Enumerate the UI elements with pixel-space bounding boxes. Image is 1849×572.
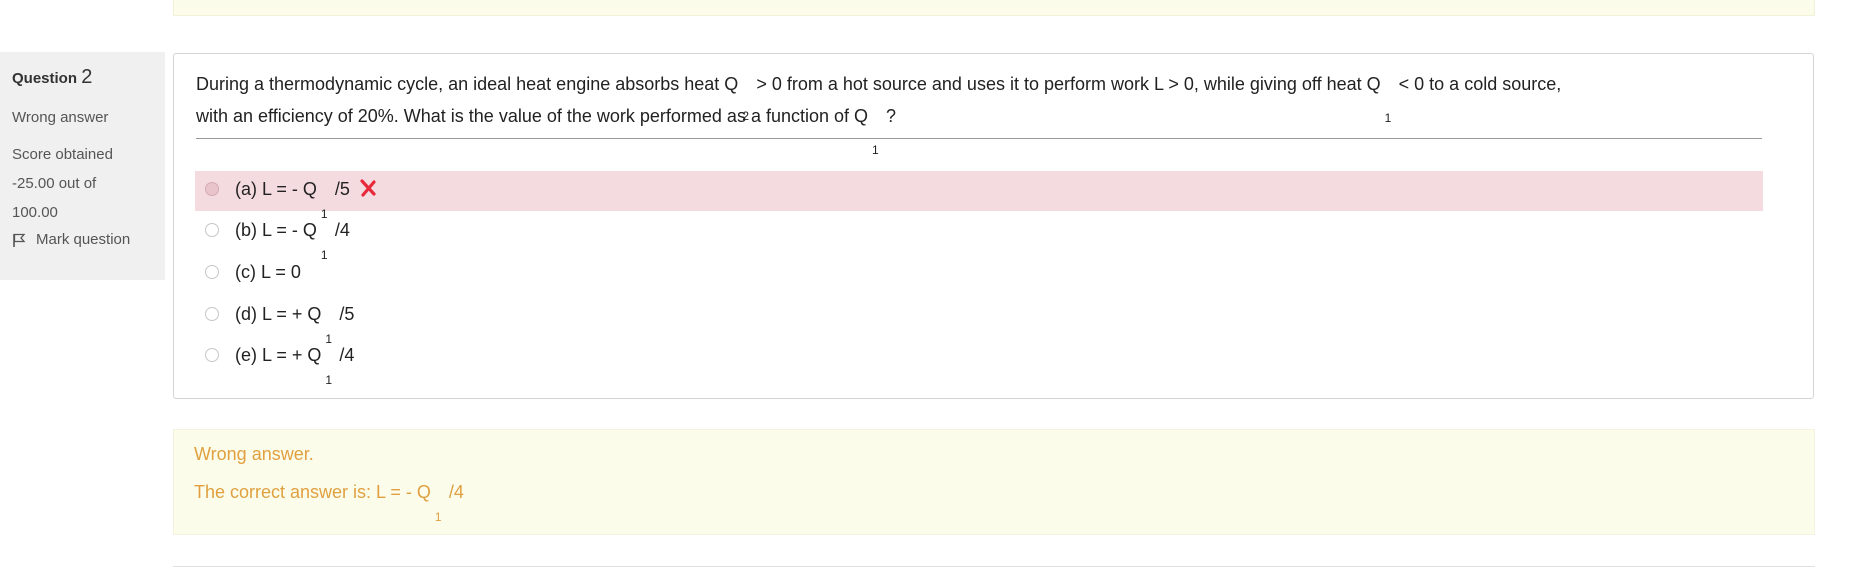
question-status: Wrong answer xyxy=(12,109,109,126)
answer-option-e[interactable]: (e) L = + Q 1/4 xyxy=(195,337,1763,387)
answer-option-a[interactable]: (a) L = - Q 1/5 xyxy=(195,171,1763,221)
correct-answer-sub: 1 xyxy=(434,510,442,524)
radio-d[interactable] xyxy=(205,307,219,321)
answer-c-label: (c) L = 0 xyxy=(235,262,301,282)
answer-option-c[interactable]: (c) L = 0 xyxy=(195,254,1763,294)
answer-c-text: (c) L = 0 xyxy=(235,262,301,283)
quiz-review-page: Question 2 Wrong answer Score obtained -… xyxy=(0,0,1849,572)
feedback-box: Wrong answer. The correct answer is: L =… xyxy=(173,429,1815,535)
answer-e-suffix: /4 xyxy=(339,345,355,365)
score-label: Score obtained xyxy=(12,146,113,163)
mark-question-label[interactable]: Mark question xyxy=(36,231,130,248)
answer-b-suffix: /4 xyxy=(334,220,350,240)
next-question-edge xyxy=(173,566,1815,572)
radio-a[interactable] xyxy=(205,182,219,196)
answer-option-d[interactable]: (d) L = + Q 1/5 xyxy=(195,296,1763,346)
radio-e[interactable] xyxy=(205,348,219,362)
question-text-part2: > 0 from a hot source and uses it to per… xyxy=(756,74,1381,94)
question-text-part3: < 0 to a cold source, xyxy=(1398,74,1562,94)
question-text-end: ? xyxy=(886,106,897,126)
answer-a-label: (a) L = - Q xyxy=(235,179,317,199)
score-value: -25.00 out of xyxy=(12,175,97,192)
question-content-box: During a thermodynamic cycle, an ideal h… xyxy=(173,53,1814,399)
question-heading: Question 2 xyxy=(12,66,165,89)
subscript-2: 2 xyxy=(742,109,749,123)
cross-icon xyxy=(360,179,376,197)
subscript-1: 1 xyxy=(1384,111,1392,125)
radio-b[interactable] xyxy=(205,223,219,237)
question-text: During a thermodynamic cycle, an ideal h… xyxy=(196,68,1766,157)
flag-icon xyxy=(13,233,26,247)
feedback-title: Wrong answer. xyxy=(194,444,314,464)
question-text-part1: During a thermodynamic cycle, an ideal h… xyxy=(196,74,739,94)
answer-d-suffix: /5 xyxy=(339,304,355,324)
answer-b-label: (b) L = - Q xyxy=(235,220,317,240)
radio-c[interactable] xyxy=(205,265,219,279)
question-number: 2 xyxy=(81,66,93,88)
answer-option-b[interactable]: (b) L = - Q 1/4 xyxy=(195,212,1763,262)
answer-b-text: (b) L = - Q 1/4 xyxy=(235,220,350,262)
question-heading-prefix: Question xyxy=(12,70,78,87)
answer-a-suffix: /5 xyxy=(334,179,350,199)
question-divider xyxy=(196,138,1762,139)
answer-d-label: (d) L = + Q xyxy=(235,304,322,324)
question-text-line2: with an efficiency of 20%. What is the v… xyxy=(196,106,869,126)
answer-e-label: (e) L = + Q xyxy=(235,345,322,365)
previous-feedback-strip xyxy=(173,0,1815,16)
score-max: 100.00 xyxy=(12,204,58,221)
answer-a-text: (a) L = - Q 1/5 xyxy=(235,179,377,221)
correct-answer-prefix: The correct answer is: L = - Q xyxy=(194,482,431,502)
mark-question-link[interactable]: Mark question xyxy=(12,231,165,248)
correct-answer-text: The correct answer is: L = - Q 1/4 xyxy=(194,482,464,524)
correct-answer-suffix: /4 xyxy=(448,482,464,502)
answer-e-text: (e) L = + Q 1/4 xyxy=(235,345,355,387)
question-info-panel: Question 2 Wrong answer Score obtained -… xyxy=(0,52,165,280)
answer-e-sub: 1 xyxy=(325,373,333,387)
answer-d-text: (d) L = + Q 1/5 xyxy=(235,304,355,346)
